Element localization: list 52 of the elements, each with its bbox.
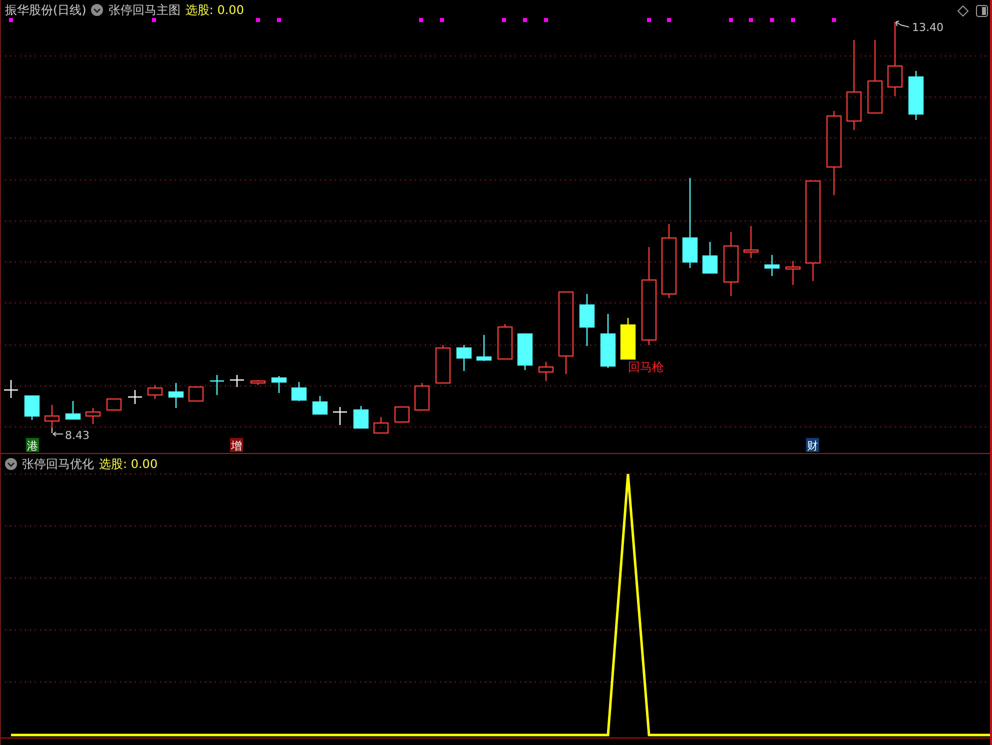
panel-toggle-icon[interactable] [976,5,988,17]
candlestick [188,386,204,402]
candlestick [579,294,595,346]
low-price-arrow-icon [52,428,64,436]
candlestick [497,324,513,360]
candlestick [702,242,718,274]
candlestick [147,385,163,399]
event-badge: 增 [230,438,243,452]
diamond-icon[interactable] [957,5,969,17]
candlestick [353,406,369,429]
indicator-name: 张停回马主图 [108,3,180,17]
chevron-down-icon[interactable] [91,4,104,16]
candlestick [250,380,266,385]
candlestick [333,407,347,425]
candlestick [85,408,101,424]
candlestick [373,417,389,434]
event-badge: 港 [26,438,39,452]
candlestick [106,398,122,411]
high-price-label: 13.40 [912,21,944,34]
candlestick [517,333,533,370]
candlestick [456,345,472,371]
candlestick [538,362,554,381]
candlestick [230,375,244,387]
candlestick [291,382,307,401]
candlestick [271,376,287,393]
candlestick [312,396,328,415]
signal-value: 选股: 0.00 [185,3,244,17]
candlestick [785,261,801,285]
low-price-label: 8.43 [65,429,90,442]
candlestick [65,401,81,420]
stock-name: 振华股份(日线) [5,3,86,17]
candlestick [476,335,492,361]
chevron-down-icon[interactable] [5,458,17,470]
candlestick [168,383,184,408]
indicator-name: 张停回马优化 [22,457,94,471]
candlestick [908,71,924,120]
high-price-arrow-icon [896,20,910,28]
candlestick [128,390,142,404]
candlestick [743,226,759,258]
event-badge: 财 [806,438,819,452]
candlestick [764,255,780,276]
signal-value: 选股: 0.00 [99,457,158,471]
candlestick [414,383,430,411]
candlestick [620,318,636,360]
candlestick [435,345,451,384]
candlestick [600,314,616,368]
candlestick [24,395,40,420]
candlestick [723,232,739,296]
candlestick [4,380,18,398]
candlestick [394,406,410,423]
candlestick [210,375,224,395]
signal-label: 回马枪 [628,360,664,374]
